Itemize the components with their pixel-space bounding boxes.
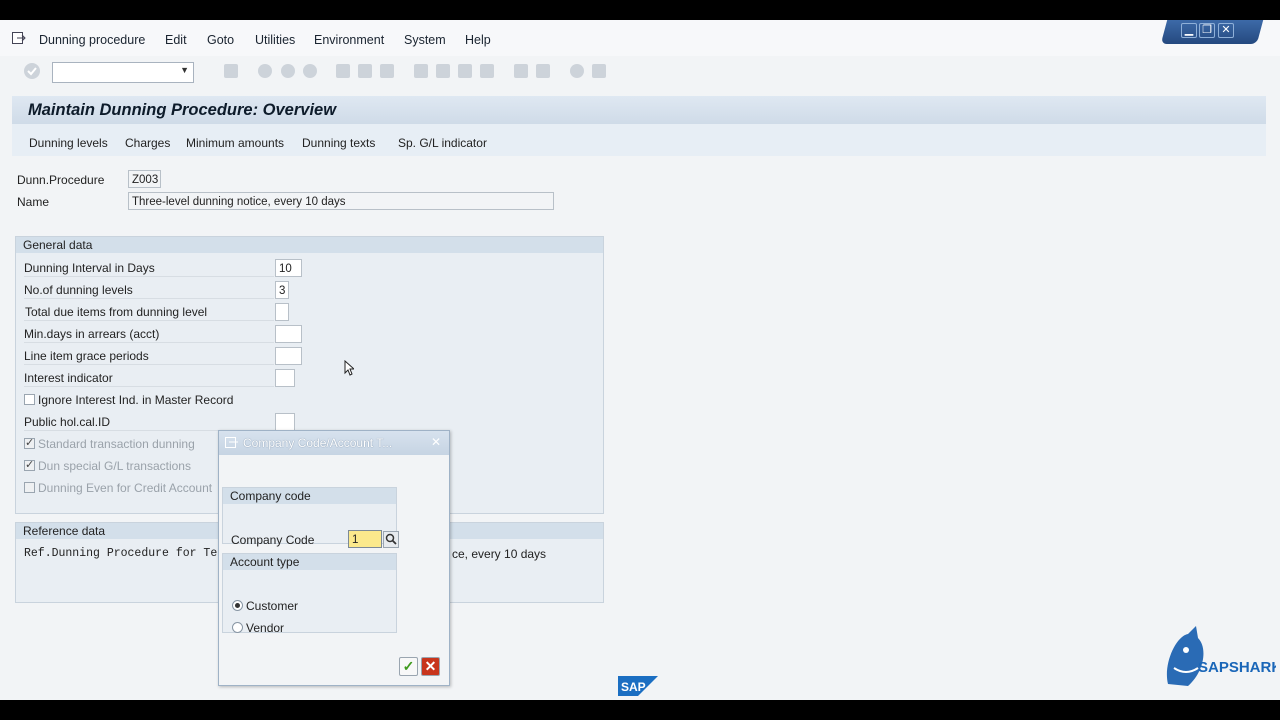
reference-procedure-label: Ref.Dunning Procedure for Te	[24, 547, 218, 560]
application-toolbar: Dunning levels Charges Minimum amounts D…	[12, 124, 1266, 156]
special-gl-label: Dun special G/L transactions	[38, 459, 191, 473]
menu-bar: Dunning procedure Edit Goto Utilities En…	[0, 20, 1280, 56]
new-session-icon[interactable]	[514, 64, 528, 78]
save-icon[interactable]	[224, 64, 238, 78]
standard-transaction-checkbox	[24, 436, 35, 449]
credit-account-label: Dunning Even for Credit Account	[38, 481, 213, 495]
dunning-texts-button[interactable]: Dunning texts	[302, 136, 375, 150]
sapsharks-logo: SAPSHARKS	[1166, 626, 1276, 686]
title-bar: Maintain Dunning Procedure: Overview	[12, 96, 1266, 124]
divider	[24, 342, 274, 343]
next-page-icon[interactable]	[458, 64, 472, 78]
back-icon[interactable]	[258, 64, 272, 78]
divider	[24, 276, 274, 277]
divider	[24, 320, 274, 321]
command-field[interactable]: ▼	[52, 62, 194, 83]
interval-field[interactable]: 10	[275, 259, 302, 277]
dialog-title-bar: Company Code/Account T... ✕	[219, 431, 449, 455]
special-gl-indicator-button[interactable]: Sp. G/L indicator	[398, 136, 487, 150]
grace-label: Line item grace periods	[24, 349, 149, 363]
public-hol-label: Public hol.cal.ID	[24, 415, 111, 429]
confirm-icon[interactable]: ✓	[399, 657, 418, 676]
sapsharks-logo-text: SAPSHARKS	[1198, 659, 1276, 676]
ignore-interest-label: Ignore Interest Ind. in Master Record	[38, 393, 234, 407]
page-title: Maintain Dunning Procedure: Overview	[28, 101, 337, 119]
print-icon[interactable]	[336, 64, 350, 78]
reference-procedure-value: ce, every 10 days	[452, 547, 547, 561]
close-window-icon[interactable]: ✕	[1218, 23, 1234, 38]
vendor-radio[interactable]	[232, 622, 243, 633]
company-code-input[interactable]: 1	[348, 530, 382, 548]
general-data-header: General data	[16, 237, 603, 253]
name-label: Name	[17, 195, 50, 209]
customer-radio[interactable]	[232, 600, 243, 611]
sap-logo: SAP	[618, 676, 658, 696]
total-due-field[interactable]	[275, 303, 289, 321]
dunning-levels-button[interactable]: Dunning levels	[29, 136, 108, 150]
restore-icon[interactable]: ❐	[1199, 23, 1215, 38]
menu-dunning-procedure[interactable]: Dunning procedure	[39, 33, 145, 47]
exit-icon[interactable]	[281, 64, 295, 78]
divider	[24, 386, 274, 387]
procedure-field: Z003	[128, 170, 161, 188]
mouse-cursor-icon	[344, 360, 354, 376]
search-icon[interactable]	[383, 531, 399, 548]
min-days-label: Min.days in arrears (acct)	[24, 327, 160, 341]
previous-page-icon[interactable]	[436, 64, 450, 78]
cancel-icon[interactable]	[303, 64, 317, 78]
interval-label: Dunning Interval in Days	[24, 261, 155, 275]
last-page-icon[interactable]	[480, 64, 494, 78]
company-code-group-header: Company code	[223, 488, 396, 504]
menu-environment[interactable]: Environment	[314, 33, 384, 47]
standard-transaction-label: Standard transaction dunning	[38, 437, 195, 451]
company-code-dialog: Company Code/Account T... ✕ Company code…	[218, 430, 450, 686]
public-hol-field[interactable]	[275, 413, 295, 431]
dialog-title: Company Code/Account T...	[243, 436, 393, 450]
grace-field[interactable]	[275, 347, 302, 365]
bottom-bar	[0, 700, 1280, 720]
total-due-label: Total due items from dunning level	[25, 305, 208, 319]
menu-help[interactable]: Help	[465, 33, 491, 47]
divider	[24, 364, 274, 365]
levels-field[interactable]: 3	[275, 281, 289, 299]
minimum-amounts-button[interactable]: Minimum amounts	[186, 136, 284, 150]
procedure-label: Dunn.Procedure	[17, 173, 105, 187]
menu-icon[interactable]	[12, 32, 26, 44]
minimize-icon[interactable]: ▁	[1181, 23, 1197, 38]
name-field: Three-level dunning notice, every 10 day…	[128, 192, 554, 210]
ignore-interest-checkbox[interactable]	[24, 394, 35, 405]
layout-icon[interactable]	[592, 64, 606, 78]
cancel-dialog-icon[interactable]: ✕	[421, 657, 440, 676]
charges-button[interactable]: Charges	[125, 136, 170, 150]
dialog-close-icon[interactable]: ✕	[431, 435, 441, 449]
menu-goto[interactable]: Goto	[207, 33, 234, 47]
dialog-window-icon	[225, 437, 238, 448]
vendor-label: Vendor	[246, 621, 285, 635]
special-gl-checkbox	[24, 458, 35, 471]
sap-window: Dunning procedure Edit Goto Utilities En…	[0, 20, 1280, 700]
sap-logo-text: SAP	[621, 680, 646, 694]
menu-edit[interactable]: Edit	[165, 33, 187, 47]
interest-label: Interest indicator	[24, 371, 113, 385]
company-code-label: Company Code	[231, 533, 315, 547]
menu-system[interactable]: System	[404, 33, 446, 47]
interest-field[interactable]	[275, 369, 295, 387]
customer-label: Customer	[246, 599, 299, 613]
levels-label: No.of dunning levels	[24, 283, 133, 297]
account-type-group-header: Account type	[223, 554, 396, 570]
divider	[24, 298, 274, 299]
help-icon[interactable]	[570, 64, 584, 78]
credit-account-checkbox	[24, 482, 35, 493]
shortcut-icon[interactable]	[536, 64, 550, 78]
find-next-icon[interactable]	[380, 64, 394, 78]
menu-utilities[interactable]: Utilities	[255, 33, 295, 47]
find-icon[interactable]	[358, 64, 372, 78]
chevron-down-icon[interactable]: ▼	[180, 65, 189, 75]
enter-icon[interactable]	[23, 62, 41, 80]
first-page-icon[interactable]	[414, 64, 428, 78]
min-days-field[interactable]	[275, 325, 302, 343]
